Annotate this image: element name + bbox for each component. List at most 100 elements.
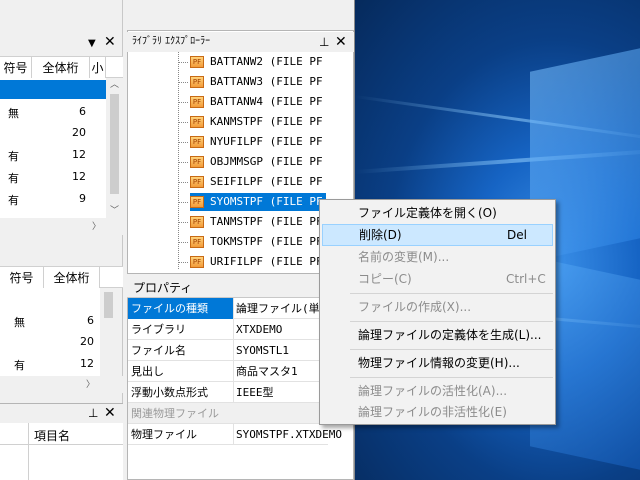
menu-separator [350, 321, 553, 322]
menu-item-change-physical[interactable]: 物理ファイル情報の変更(H)... [322, 352, 553, 374]
grid-header-2: 符号 全体桁 [0, 266, 123, 289]
cell-digits: 9 [79, 192, 86, 205]
column-header-sign[interactable]: 符号 [0, 57, 32, 79]
property-row[interactable]: ライブラリ XTXDEMO [128, 319, 328, 340]
physical-file-icon: PF [190, 56, 204, 68]
horizontal-scrollbar-2[interactable]: 〉 [0, 376, 123, 393]
cell-digits: 6 [87, 314, 94, 327]
physical-file-icon: PF [190, 156, 204, 168]
menu-item-generate-logical[interactable]: 論理ファイルの定義体を生成(L)... [322, 324, 553, 346]
close-icon[interactable]: ✕ [104, 34, 116, 50]
property-name: ファイルの種類 [128, 298, 234, 319]
menu-item-label: 論理ファイルの非活性化(E) [358, 405, 507, 419]
physical-file-icon: PF [190, 196, 204, 208]
tree-item-label: OBJMMSGP (FILE PF ) [210, 155, 336, 168]
cell-digits: 12 [72, 148, 86, 161]
tree-connector [178, 142, 188, 143]
scroll-right-icon[interactable]: 〉 [86, 380, 95, 390]
cell-sign: 有 [8, 194, 19, 207]
tree-item-file[interactable]: PF URIFILPF (FILE PF ) [190, 253, 340, 271]
tree-item-file[interactable]: PF SEIFILPF (FILE PF ) [190, 173, 340, 191]
property-row[interactable]: ファイルの種類 論理ファイル(単純 [128, 298, 331, 319]
pin-icon[interactable]: ⊥ [88, 406, 98, 420]
column-header-sign[interactable]: 符号 [0, 267, 44, 289]
horizontal-scrollbar[interactable]: 〉 [0, 218, 123, 235]
scrollbar-thumb[interactable] [104, 292, 113, 318]
cell-sign: 有 [8, 172, 19, 185]
scroll-right-icon[interactable]: 〉 [92, 222, 101, 232]
tree-item-file[interactable]: PF OBJMMSGP (FILE PF ) [190, 153, 340, 171]
property-category[interactable]: 関連物理ファイル [128, 403, 328, 424]
menu-item-label: 物理ファイル情報の変更(H)... [358, 356, 520, 370]
tree-connector [178, 162, 188, 163]
tree-connector [178, 51, 179, 269]
tree-connector [178, 62, 188, 63]
vertical-scrollbar[interactable]: ︿ ﹀ [106, 78, 123, 218]
menu-item-label: 名前の変更(M)... [358, 250, 450, 264]
column-header-digits[interactable]: 全体桁 [44, 267, 100, 289]
physical-file-icon: PF [190, 176, 204, 188]
physical-file-icon: PF [190, 136, 204, 148]
physical-file-icon: PF [190, 96, 204, 108]
tree-item-label: SEIFILPF (FILE PF ) [210, 175, 336, 188]
dropdown-arrow-icon[interactable]: ▼ [88, 38, 96, 49]
property-name: 物理ファイル [128, 424, 234, 445]
cell-sign: 無 [14, 316, 25, 329]
tree-item-file[interactable]: PF NYUFILPF (FILE PF ) [190, 133, 340, 151]
tree-item-file[interactable]: PF SYOMSTPF (FILE PF ) [190, 193, 340, 211]
column-header-decimal[interactable]: 小 [90, 57, 106, 79]
property-row[interactable]: 見出し 商品マスタ1 [128, 361, 328, 382]
tree-item-file[interactable]: PF TOKMSTPF (FILE PF ) [190, 233, 340, 251]
tree-connector [178, 262, 188, 263]
property-name: ファイル名 [128, 340, 234, 361]
tree-item-file[interactable]: PF KANMSTPF (FILE PF ) [190, 113, 340, 131]
property-value: 論理ファイル(単純 [236, 302, 331, 315]
tree-item-label: URIFILPF (FILE PF ) [210, 255, 336, 268]
cell-sign: 有 [8, 150, 19, 163]
menu-separator [350, 293, 553, 294]
physical-file-icon: PF [190, 76, 204, 88]
cell-digits: 12 [72, 170, 86, 183]
scrollbar-thumb[interactable] [110, 94, 119, 194]
physical-file-icon: PF [190, 236, 204, 248]
menu-item-open-definition[interactable]: ファイル定義体を開く(O) [322, 202, 553, 224]
property-row[interactable]: 浮動小数点形式 IEEE型 [128, 382, 328, 403]
menu-item-deactivate-logical[interactable]: 論理ファイルの非活性化(E) [322, 401, 553, 423]
physical-file-icon: PF [190, 116, 204, 128]
physical-file-icon: PF [190, 216, 204, 228]
menu-item-copy[interactable]: コピー(C) Ctrl+C [322, 268, 553, 290]
grid-header: 符号 全体桁 小 [0, 56, 123, 79]
tree-connector [178, 122, 188, 123]
property-row[interactable]: 物理ファイル SYOMSTPF.XTXDEMO [128, 424, 342, 445]
scroll-down-icon[interactable]: ﹀ [110, 206, 119, 216]
grid-header: 項目名 [0, 423, 123, 480]
column-header-field-name[interactable]: 項目名 [34, 427, 70, 444]
property-name: 見出し [128, 361, 234, 382]
menu-item-create-file[interactable]: ファイルの作成(X)... [322, 296, 553, 318]
close-icon[interactable]: ✕ [335, 32, 347, 52]
property-name: 浮動小数点形式 [128, 382, 234, 403]
table-row-selected[interactable] [0, 80, 106, 99]
column-header-digits[interactable]: 全体桁 [32, 57, 90, 79]
close-icon[interactable]: ✕ [104, 405, 116, 421]
bottom-panel-titlebar: ⊥ ✕ [0, 403, 123, 423]
scroll-up-icon[interactable]: ︿ [110, 80, 119, 90]
tree-item-label: BATTANW2 (FILE PF ) [210, 55, 336, 68]
tree-item-file[interactable]: PF BATTANW2 (FILE PF ) [190, 53, 340, 71]
menu-item-label: 論理ファイルの定義体を生成(L)... [358, 328, 542, 342]
tree-connector [178, 242, 188, 243]
tree-item-file[interactable]: PF BATTANW3 (FILE PF ) [190, 73, 340, 91]
property-row[interactable]: ファイル名 SYOMSTL1 [128, 340, 328, 361]
tree-item-label: TANMSTPF (FILE PF ) [210, 215, 336, 228]
menu-item-activate-logical[interactable]: 論理ファイルの活性化(A)... [322, 380, 553, 402]
tree-item-label: BATTANW3 (FILE PF ) [210, 75, 336, 88]
tree-item-file[interactable]: PF BATTANW4 (FILE PF ) [190, 93, 340, 111]
vertical-scrollbar-2[interactable] [100, 288, 117, 376]
library-explorer-titlebar: ﾗｲﾌﾞﾗﾘ ｴｸｽﾌﾟﾛｰﾗｰ ⊥ ✕ [127, 32, 354, 52]
tree-item-label: TOKMSTPF (FILE PF ) [210, 235, 336, 248]
pin-icon[interactable]: ⊥ [319, 32, 329, 52]
menu-item-rename[interactable]: 名前の変更(M)... [322, 246, 553, 268]
menu-item-delete[interactable]: 削除(D) Del [322, 224, 553, 246]
property-value: SYOMSTL1 [236, 344, 289, 357]
tree-item-file[interactable]: PF TANMSTPF (FILE PF ) [190, 213, 340, 231]
